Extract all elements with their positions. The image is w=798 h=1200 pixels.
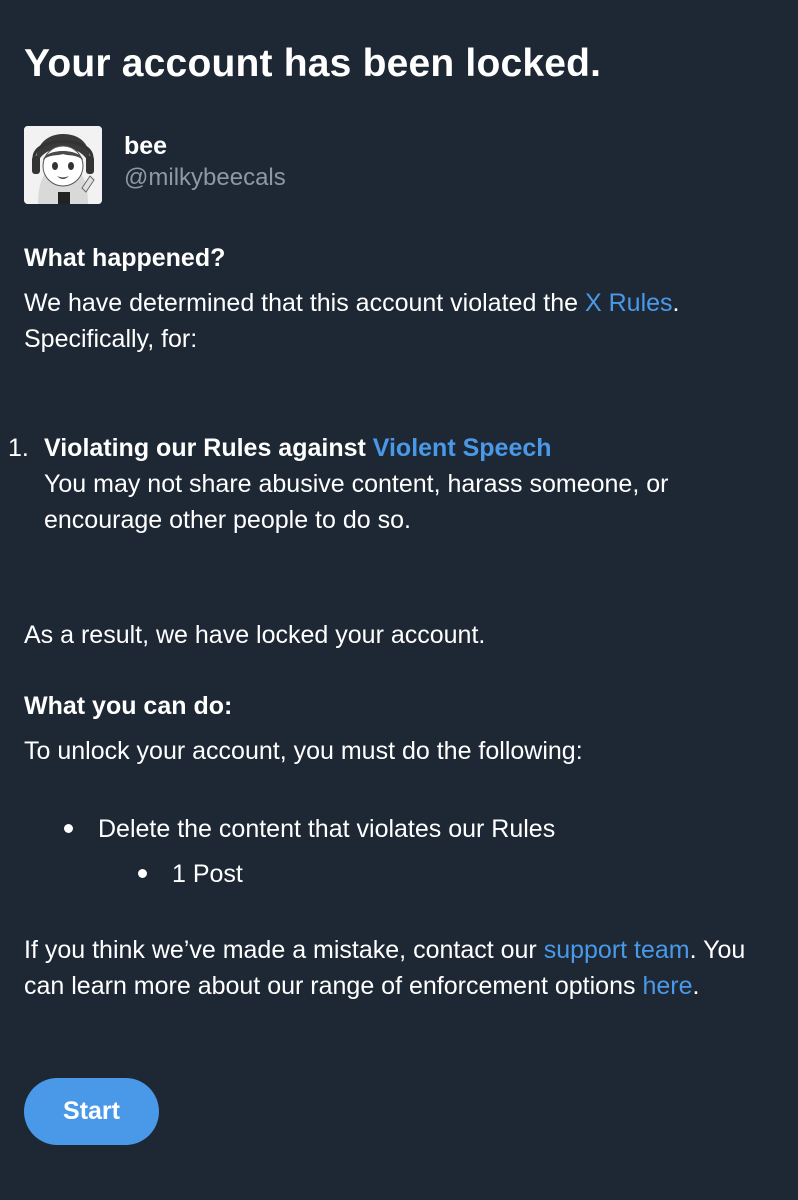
- violation-number: 1.: [8, 434, 29, 462]
- x-rules-link[interactable]: X Rules: [585, 289, 673, 317]
- anime-avatar-icon: [24, 126, 102, 204]
- list-item: 1 Post: [138, 856, 243, 892]
- violent-speech-link[interactable]: Violent Speech: [373, 434, 552, 462]
- page-title: Your account has been locked.: [24, 42, 602, 85]
- footer-text-end: .: [692, 972, 700, 1000]
- result-text: As a result, we have locked your account…: [24, 621, 486, 649]
- bullet-icon: [64, 823, 73, 833]
- bullet-icon: [138, 868, 147, 878]
- sub-step-label: 1 Post: [172, 860, 243, 888]
- step-label: Delete the content that violates our Rul…: [98, 815, 556, 843]
- profile-card: bee @milkybeecals: [24, 126, 286, 204]
- start-button[interactable]: Start: [24, 1078, 159, 1145]
- what-happened-heading: What happened?: [24, 244, 226, 272]
- profile-names: bee @milkybeecals: [124, 126, 286, 194]
- violation-description: You may not share abusive content, haras…: [44, 470, 669, 534]
- violation-body: Violating our Rules against Violent Spee…: [44, 430, 778, 538]
- unlock-instructions: To unlock your account, you must do the …: [24, 737, 583, 765]
- list-item: Delete the content that violates our Rul…: [64, 811, 555, 847]
- what-happened-text-start: We have determined that this account vio…: [24, 289, 585, 317]
- what-happened-text: We have determined that this account vio…: [24, 285, 784, 357]
- footer-text: If you think we’ve made a mistake, conta…: [24, 932, 784, 1004]
- footer-text-start: If you think we’ve made a mistake, conta…: [24, 936, 544, 964]
- here-link[interactable]: here: [642, 972, 692, 1000]
- locked-account-page: Your account has been locked. bee @milky…: [0, 0, 798, 1200]
- violation-title-prefix: Violating our Rules against: [44, 434, 373, 462]
- support-team-link[interactable]: support team: [544, 936, 690, 964]
- violation-list-item: 1. Violating our Rules against Violent S…: [8, 430, 778, 538]
- violation-title: Violating our Rules against Violent Spee…: [44, 430, 778, 466]
- display-name: bee: [124, 132, 168, 160]
- user-handle: @milkybeecals: [124, 164, 286, 191]
- what-you-can-do-heading: What you can do:: [24, 692, 233, 720]
